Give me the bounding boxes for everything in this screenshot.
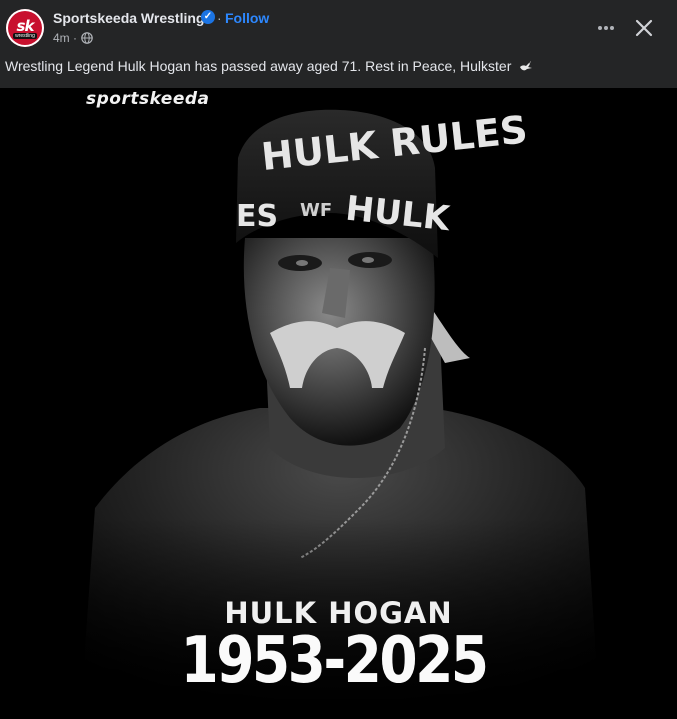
more-options-icon[interactable] — [592, 16, 620, 40]
headband-logo: WF — [300, 200, 332, 221]
avatar-logo-text: sk — [16, 17, 35, 35]
follow-button[interactable]: Follow — [225, 10, 269, 26]
post-header: sk wrestling Sportskeeda Wrestling ✓ · F… — [0, 0, 677, 56]
globe-icon[interactable] — [81, 32, 93, 44]
page-name-link[interactable]: Sportskeeda Wrestling — [53, 10, 204, 26]
post-caption: Wrestling Legend Hulk Hogan has passed a… — [5, 58, 534, 74]
close-icon[interactable] — [630, 14, 658, 42]
dove-icon — [520, 61, 533, 71]
caption-text: Wrestling Legend Hulk Hogan has passed a… — [5, 58, 512, 74]
header-separator: · — [217, 10, 222, 26]
verified-badge-icon: ✓ — [201, 10, 215, 24]
avatar-logo-subtext: wrestling — [13, 33, 37, 39]
headband-text-left: ES — [236, 199, 278, 234]
brand-watermark: sportskeeda — [86, 89, 210, 109]
page-avatar[interactable]: sk wrestling — [6, 9, 44, 47]
meta-separator: · — [73, 31, 77, 45]
tribute-years: 1953-2025 — [180, 624, 490, 698]
post-timestamp[interactable]: 4m — [53, 31, 70, 45]
post-image[interactable]: HULK RULES ES WF HULK sportskeeda HULK H… — [0, 88, 677, 719]
